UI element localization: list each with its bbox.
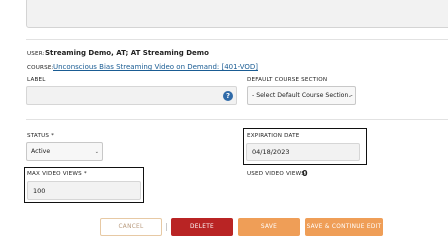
save-continue-button[interactable]: SAVE & CONTINUE EDIT (305, 218, 383, 236)
notes-textarea[interactable] (26, 0, 448, 28)
max-video-views-input[interactable]: 100 (27, 181, 141, 200)
status-select[interactable]: Active ⌄ (26, 142, 103, 161)
chevron-down-icon: ⌄ (94, 148, 99, 155)
default-course-section-selected: - Select Default Course Section - (252, 92, 353, 99)
divider-top (26, 39, 448, 40)
label-field-label: LABEL (27, 77, 46, 83)
course-label: COURSE: (27, 65, 54, 71)
chevron-down-icon: ⌄ (347, 92, 352, 99)
max-video-views-value: 100 (33, 186, 46, 195)
help-circle-icon[interactable]: ? (223, 91, 233, 101)
status-label: STATUS * (27, 133, 55, 139)
label-input[interactable] (26, 86, 237, 105)
course-link[interactable]: Unconscious Bias Streaming Video on Dema… (53, 63, 258, 71)
cancel-button[interactable]: CANCEL (100, 218, 162, 236)
button-separator (166, 223, 167, 231)
expiration-date-label: EXPIRATION DATE (247, 133, 300, 139)
status-selected: Active (31, 148, 51, 155)
max-video-views-label: MAX VIDEO VIEWS * (27, 171, 87, 177)
default-course-section-select[interactable]: - Select Default Course Section - ⌄ (247, 86, 356, 105)
expiration-date-value: 04/18/2023 (252, 148, 290, 156)
divider-middle (26, 119, 448, 120)
save-button[interactable]: SAVE (238, 218, 300, 236)
user-label: USER: (27, 51, 45, 57)
used-video-views-label: USED VIDEO VIEWS: (247, 171, 308, 177)
default-course-section-label: DEFAULT COURSE SECTION (247, 77, 328, 83)
expiration-date-input[interactable]: 04/18/2023 (246, 143, 360, 161)
user-value: Streaming Demo, AT; AT Streaming Demo (45, 49, 209, 57)
used-video-views-value: 0 (302, 169, 308, 178)
delete-button[interactable]: DELETE (171, 218, 233, 236)
